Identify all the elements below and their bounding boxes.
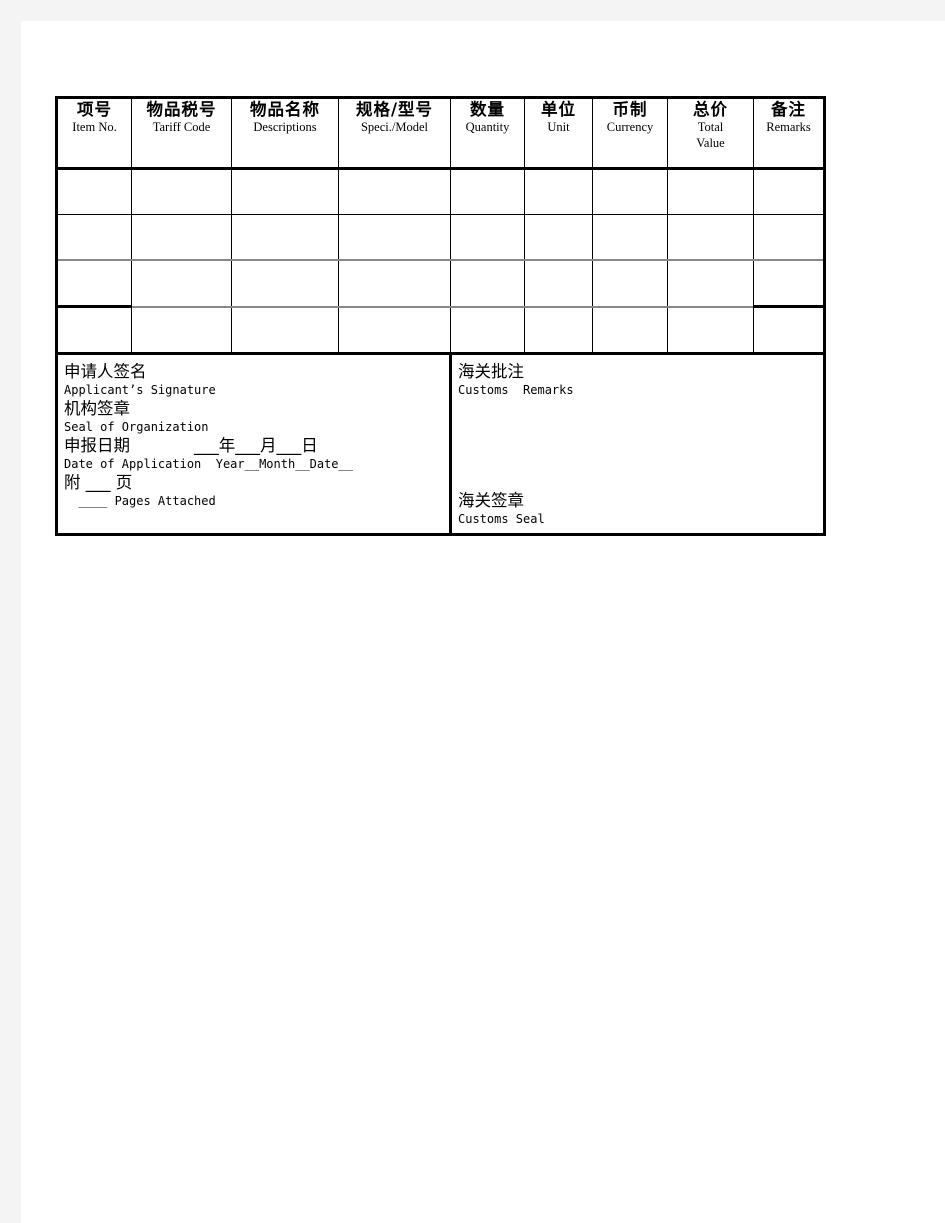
cell-total-value[interactable] <box>667 214 754 261</box>
column-header-cn: 物品税号 <box>146 100 217 119</box>
cell-remarks[interactable] <box>753 260 826 308</box>
cell-speci-model[interactable] <box>338 306 451 355</box>
column-header-currency: 币制 Currency <box>592 96 668 170</box>
cell-quantity[interactable] <box>450 306 525 355</box>
cell-currency[interactable] <box>592 168 668 215</box>
column-header-en: Currency <box>606 120 654 134</box>
application-date-label-cn: 申报日期 <box>64 436 130 455</box>
customs-remarks-area-2[interactable] <box>458 444 823 490</box>
cell-currency[interactable] <box>592 214 668 261</box>
column-header-cn: 币制 <box>612 100 648 119</box>
column-header-cn: 总价 <box>693 100 728 119</box>
cell-item-no[interactable] <box>55 214 132 261</box>
cell-unit[interactable] <box>524 306 593 355</box>
cell-tariff-code[interactable] <box>131 168 232 215</box>
column-header-cn: 数量 <box>470 100 505 119</box>
cell-currency[interactable] <box>592 260 668 308</box>
pages-attached-label-cn[interactable]: 附 ___ 页 <box>64 472 449 493</box>
column-header-unit: 单位 Unit <box>524 96 593 170</box>
cell-descriptions[interactable] <box>231 306 339 355</box>
cell-quantity[interactable] <box>450 260 525 308</box>
column-header-tariff-code: 物品税号 Tariff Code <box>131 96 232 170</box>
cell-remarks[interactable] <box>753 168 826 215</box>
column-header-cn: 物品名称 <box>250 100 320 119</box>
cell-total-value[interactable] <box>667 260 754 308</box>
organization-seal-label-en: Seal of Organization <box>64 420 209 434</box>
cell-tariff-code[interactable] <box>131 260 232 308</box>
customs-block: 海关批注 Customs Remarks 海关签章 Customs Seal <box>450 353 826 536</box>
cell-descriptions[interactable] <box>231 214 339 261</box>
table-row <box>55 214 826 261</box>
application-date-label-en[interactable]: Date of Application Year__Month__Date__ <box>64 456 449 472</box>
cell-item-no[interactable] <box>55 306 132 355</box>
pages-attached-label-en[interactable]: ____ Pages Attached <box>64 493 449 509</box>
cell-currency[interactable] <box>592 306 668 355</box>
column-header-cn: 项号 <box>77 100 112 119</box>
column-header-descriptions: 物品名称 Descriptions <box>231 96 339 170</box>
column-header-en: Quantity <box>465 120 510 134</box>
declaration-form: 项号 Item No. 物品税号 Tariff Code 物品名称 Descri… <box>55 96 826 536</box>
cell-unit[interactable] <box>524 260 593 308</box>
column-header-cn: 规格/型号 <box>355 100 434 119</box>
cell-item-no[interactable] <box>55 260 132 308</box>
table-header-row: 项号 Item No. 物品税号 Tariff Code 物品名称 Descri… <box>55 96 826 170</box>
table-row <box>55 306 826 355</box>
column-header-cn: 单位 <box>541 100 576 119</box>
column-header-cn: 备注 <box>771 100 806 119</box>
column-header-en: Speci./Model <box>360 120 428 134</box>
cell-remarks[interactable] <box>753 306 826 355</box>
cell-total-value[interactable] <box>667 306 754 355</box>
applicant-signature-label-cn: 申请人签名 <box>64 362 147 381</box>
column-header-remarks: 备注 Remarks <box>753 96 826 170</box>
column-header-total-value: 总价 Total Value <box>667 96 754 170</box>
table-row <box>55 260 826 308</box>
column-header-item-no: 项号 Item No. <box>55 96 132 170</box>
customs-remarks-label-en: Customs Remarks <box>458 383 574 397</box>
document-sheet: 项号 Item No. 物品税号 Tariff Code 物品名称 Descri… <box>21 21 945 1223</box>
organization-seal-label-cn: 机构签章 <box>64 399 130 418</box>
cell-tariff-code[interactable] <box>131 214 232 261</box>
column-header-en: Remarks <box>766 120 811 134</box>
customs-seal-label-cn: 海关签章 <box>458 491 524 510</box>
column-header-quantity: 数量 Quantity <box>450 96 525 170</box>
column-header-en-line2: Value <box>696 135 725 150</box>
table-row <box>55 168 826 215</box>
column-header-en: Unit <box>547 120 570 134</box>
column-header-en: Item No. <box>72 120 117 134</box>
column-header-en: Total <box>697 120 724 134</box>
column-header-en: Descriptions <box>253 120 317 134</box>
cell-descriptions[interactable] <box>231 260 339 308</box>
cell-remarks[interactable] <box>753 214 826 261</box>
cell-speci-model[interactable] <box>338 214 451 261</box>
cell-unit[interactable] <box>524 168 593 215</box>
cell-descriptions[interactable] <box>231 168 339 215</box>
goods-table: 项号 Item No. 物品税号 Tariff Code 物品名称 Descri… <box>55 96 826 536</box>
cell-speci-model[interactable] <box>338 168 451 215</box>
cell-item-no[interactable] <box>55 168 132 215</box>
cell-total-value[interactable] <box>667 168 754 215</box>
column-header-en: Tariff Code <box>152 120 211 134</box>
applicant-signature-label-en: Applicant’s Signature <box>64 383 216 397</box>
column-header-speci-model: 规格/型号 Speci./Model <box>338 96 451 170</box>
cell-speci-model[interactable] <box>338 260 451 308</box>
applicant-block: 申请人签名 Applicant’s Signature 机构签章 Seal of… <box>55 353 452 536</box>
cell-quantity[interactable] <box>450 168 525 215</box>
cell-tariff-code[interactable] <box>131 306 232 355</box>
customs-seal-label-en: Customs Seal <box>458 512 545 526</box>
cell-unit[interactable] <box>524 214 593 261</box>
cell-quantity[interactable] <box>450 214 525 261</box>
customs-remarks-label-cn: 海关批注 <box>458 362 524 381</box>
application-date-row-cn: 申报日期 ___年___月___日 <box>64 435 449 456</box>
customs-remarks-area[interactable] <box>458 398 823 444</box>
footer-row: 申请人签名 Applicant’s Signature 机构签章 Seal of… <box>55 353 826 536</box>
application-date-blanks-cn[interactable]: ___年___月___日 <box>194 435 318 456</box>
